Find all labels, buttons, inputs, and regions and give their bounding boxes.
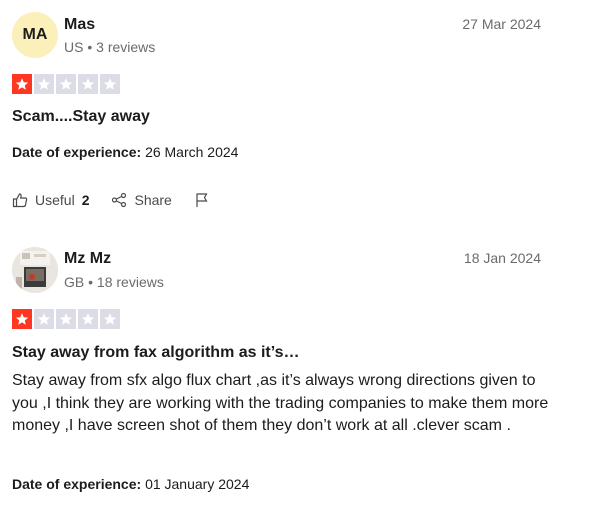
star-icon	[34, 309, 54, 329]
share-icon	[112, 192, 127, 208]
review-actions: Useful 2 Share	[12, 192, 232, 208]
thumbs-up-icon	[12, 193, 28, 208]
review-card: Mz Mz GB • 18 reviews 18 Jan 2024 Stay a…	[0, 230, 589, 514]
share-button[interactable]: Share	[111, 192, 172, 208]
star-rating	[12, 74, 120, 94]
star-icon	[12, 74, 32, 94]
reviewer-review-count: 18 reviews	[96, 274, 164, 290]
avatar-photo	[12, 247, 58, 293]
report-button[interactable]	[194, 192, 210, 208]
star-icon	[56, 74, 76, 94]
review-title[interactable]: Stay away from fax algorithm as it’s…	[12, 344, 300, 362]
experience-date: 01 January 2024	[145, 476, 250, 492]
star-icon	[12, 309, 32, 329]
star-icon	[78, 74, 98, 94]
star-icon	[56, 309, 76, 329]
reviewer-country: GB	[64, 274, 85, 290]
star-icon	[100, 309, 120, 329]
useful-count: 2	[81, 192, 90, 208]
date-of-experience: Date of experience: 26 March 2024	[12, 144, 238, 160]
experience-label: Date of experience:	[12, 476, 142, 492]
experience-label: Date of experience:	[12, 144, 142, 160]
share-label: Share	[134, 192, 172, 208]
date-of-experience: Date of experience: 01 January 2024	[12, 476, 249, 492]
reviewer-meta: GB • 18 reviews	[64, 274, 164, 290]
review-date: 27 Mar 2024	[462, 16, 541, 32]
star-rating	[12, 309, 120, 329]
reviewer-meta: US • 3 reviews	[64, 39, 156, 55]
avatar[interactable]	[12, 247, 58, 293]
reviewer-country: US	[64, 39, 84, 55]
review-card: MA Mas US • 3 reviews 27 Mar 2024 Scam..…	[0, 0, 589, 230]
review-title[interactable]: Scam....Stay away	[12, 108, 150, 126]
avatar-initials: MA	[22, 26, 48, 43]
star-icon	[34, 74, 54, 94]
experience-date: 26 March 2024	[145, 144, 239, 160]
reviewer-review-count: 3 reviews	[96, 39, 156, 55]
avatar[interactable]: MA	[12, 12, 58, 58]
review-body: Stay away from sfx algo flux chart ,as i…	[12, 372, 549, 434]
useful-label: Useful	[35, 192, 75, 208]
star-icon	[100, 74, 120, 94]
useful-button[interactable]: Useful 2	[12, 192, 89, 208]
reviewer-name[interactable]: Mas	[64, 16, 95, 34]
flag-icon	[196, 193, 208, 207]
review-date: 18 Jan 2024	[463, 250, 541, 266]
star-icon	[78, 309, 98, 329]
reviewer-name[interactable]: Mz Mz	[64, 250, 111, 268]
